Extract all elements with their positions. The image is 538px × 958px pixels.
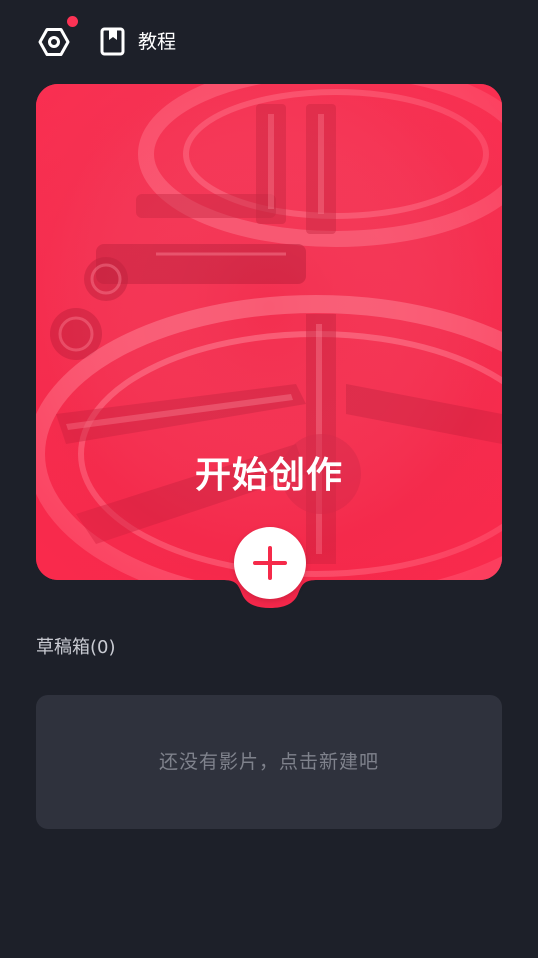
plus-icon <box>253 546 287 580</box>
book-icon <box>100 27 125 56</box>
tutorial-button[interactable]: 教程 <box>100 26 176 58</box>
notification-dot <box>67 16 78 27</box>
start-creating-card[interactable]: 开始创作 <box>36 84 502 580</box>
new-project-button[interactable] <box>234 527 306 599</box>
tutorial-label: 教程 <box>138 31 177 53</box>
empty-drafts-message: 还没有影片，点击新建吧 <box>158 751 379 773</box>
film-reel-image <box>36 84 502 580</box>
home-screen: 教程 开始创作 草稿箱(0) 还没有影片，点击新建吧 <box>0 0 538 958</box>
start-creating-title: 开始创作 <box>194 455 343 496</box>
drafts-title: 草稿箱(0) <box>36 637 116 658</box>
settings-icon <box>38 28 70 56</box>
drafts-empty-card[interactable]: 还没有影片，点击新建吧 <box>36 695 502 829</box>
settings-button[interactable] <box>36 16 78 60</box>
